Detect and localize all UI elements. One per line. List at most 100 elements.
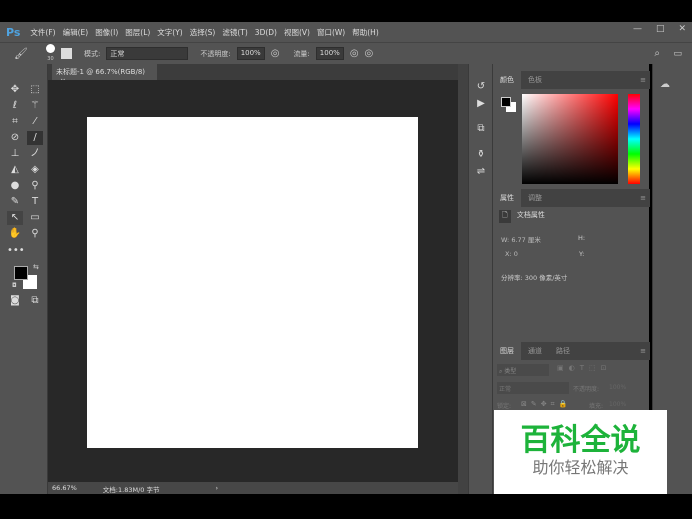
menu-3d[interactable]: 3D(D) (255, 28, 277, 37)
layer-opacity-input[interactable]: 100% (609, 384, 626, 391)
lock-label: 锁定: (497, 403, 512, 410)
document-canvas[interactable] (87, 117, 418, 448)
status-menu-arrow[interactable]: › (215, 484, 218, 492)
size-fields: W: 6.77 厘米 (501, 234, 541, 244)
color-field[interactable] (522, 94, 618, 184)
menu-select[interactable]: 选择(S) (190, 27, 216, 38)
x-value[interactable]: 0 (514, 250, 518, 258)
healing-brush-tool-icon[interactable]: ⊘ (7, 131, 23, 145)
zoom-tool-icon[interactable]: ⚲ (27, 227, 43, 241)
fill-label: 填充: (589, 403, 604, 410)
airbrush-icon[interactable]: ◎ (350, 48, 359, 59)
foreground-color-swatch[interactable] (14, 266, 28, 280)
tab-adjustments[interactable]: 调整 (521, 189, 549, 207)
clone-source-icon[interactable]: ⧉ (473, 122, 489, 136)
maximize-button[interactable]: □ (656, 24, 665, 34)
menu-view[interactable]: 视图(V) (284, 27, 310, 38)
document-tab-title: 未标题-1 @ 66.7%(RGB/8) (56, 68, 146, 76)
more-tools-icon[interactable]: ••• (7, 244, 25, 258)
options-bar: 🖌 30 模式: 正常 不透明度: 100% ◎ 流量: 100% ◎ ◎ ⌕ … (0, 42, 692, 64)
menu-type[interactable]: 文字(Y) (157, 27, 182, 38)
panel-menu-icon[interactable]: ≡ (640, 76, 646, 84)
eyedropper-tool-icon[interactable]: ⁄ (27, 115, 43, 129)
tab-paths[interactable]: 路径 (549, 342, 577, 360)
tab-channels[interactable]: 通道 (521, 342, 549, 360)
rectangle-tool-icon[interactable]: ▭ (27, 211, 43, 225)
brush-settings-icon[interactable]: ⇌ (473, 165, 489, 179)
brush-size: 30 (47, 56, 54, 62)
panel-menu-icon[interactable]: ≡ (640, 194, 646, 202)
layer-filter-icons[interactable]: ▣◐T⬚⊡ (557, 364, 611, 372)
menu-image[interactable]: 图像(I) (95, 27, 118, 38)
mode-select[interactable]: 正常 (106, 47, 189, 60)
brush-panel-icon[interactable] (60, 48, 72, 59)
default-colors-icon[interactable]: ◘ (12, 282, 17, 289)
resolution-text: 分辨率: 300 像素/英寸 (501, 274, 568, 282)
brush-presets-icon[interactable]: ⚱ (473, 148, 489, 162)
hand-tool-icon[interactable]: ✋ (7, 227, 23, 241)
search-icon[interactable]: ⌕ (654, 48, 660, 59)
magic-wand-tool-icon[interactable]: ⚚ (27, 99, 43, 113)
pressure-size-icon[interactable]: ◎ (365, 48, 374, 59)
move-tool-icon[interactable]: ✥ (7, 83, 23, 97)
menu-filter[interactable]: 滤镜(T) (222, 27, 247, 38)
history-icon[interactable]: ↺ (473, 80, 489, 94)
tools-panel: ✥ ⬚ ℓ ⚚ ⌗ ⁄ ⊘ / ⊥ ノ ◭ ◈ ● ⚲ ✎ T ↖ ▭ ✋ ⚲ … (0, 64, 48, 494)
w-value[interactable]: 6.77 厘米 (511, 236, 541, 244)
brush-preset-picker[interactable]: 30 (45, 44, 55, 63)
zoom-level[interactable]: 66.67% (52, 484, 77, 492)
panel-menu-icon[interactable]: ≡ (640, 347, 646, 355)
lasso-tool-icon[interactable]: ℓ (7, 99, 23, 113)
status-bar: 66.67% 文档:1.83M/0 字节 › (48, 482, 458, 494)
lock-icons[interactable]: ⊠✎✥⌗🔒 (521, 400, 571, 409)
menu-help[interactable]: 帮助(H) (352, 27, 379, 38)
foreground-swatch[interactable] (501, 97, 511, 107)
brush-tool-icon[interactable]: 🖌 (14, 47, 28, 60)
workspace-icon[interactable]: ▭ (673, 49, 682, 59)
watermark-title: 百科全说 (520, 423, 641, 458)
flow-input[interactable]: 100% (315, 47, 344, 60)
path-selection-tool-icon[interactable]: ↖ (7, 211, 23, 225)
screen-mode-icon[interactable]: ⧉ (27, 294, 43, 308)
pen-tool-icon[interactable]: ✎ (7, 195, 23, 209)
watermark-subtitle: 助你轻松解决 (532, 458, 629, 477)
flow-label: 流量: (293, 49, 310, 58)
clone-stamp-tool-icon[interactable]: ⊥ (7, 147, 23, 161)
dodge-tool-icon[interactable]: ⚲ (27, 179, 43, 193)
blend-mode-select[interactable]: 正常 (497, 382, 569, 394)
menu-bar: Ps 文件(F) 编辑(E) 图像(I) 图层(L) 文字(Y) 选择(S) 滤… (0, 22, 692, 42)
menu-layer[interactable]: 图层(L) (125, 27, 150, 38)
marquee-tool-icon[interactable]: ⬚ (27, 83, 43, 97)
type-tool-icon[interactable]: T (27, 195, 43, 209)
history-brush-tool-icon[interactable]: ノ (27, 147, 43, 161)
blur-tool-icon[interactable]: ● (7, 179, 23, 193)
document-icon: 🗋 (499, 210, 511, 223)
collapsed-panel-strip: ↺ ▶ ⧉ ⚱ ⇌ (468, 64, 492, 494)
menu-edit[interactable]: 编辑(E) (63, 27, 89, 38)
tab-properties[interactable]: 属性 (493, 189, 521, 207)
tab-color[interactable]: 颜色 (493, 71, 521, 89)
creative-cloud-libraries-icon[interactable]: ☁ (657, 78, 673, 92)
crop-tool-icon[interactable]: ⌗ (7, 115, 23, 129)
pressure-opacity-icon[interactable]: ◎ (271, 48, 280, 59)
photoshop-logo: Ps (6, 25, 21, 39)
mode-label: 模式: (83, 49, 101, 58)
fill-input[interactable]: 100% (609, 401, 626, 408)
opacity-input[interactable]: 100% (236, 47, 265, 60)
brush-tool-icon[interactable]: / (27, 131, 43, 145)
document-tab[interactable]: 未标题-1 @ 66.7%(RGB/8) × (52, 64, 157, 85)
tab-layers[interactable]: 图层 (493, 342, 521, 360)
quick-mask-icon[interactable]: ◙ (7, 294, 23, 308)
hue-slider[interactable] (628, 94, 640, 184)
close-button[interactable]: ✕ (678, 24, 686, 34)
layer-filter-select[interactable]: ⌕ 类型 (497, 364, 549, 376)
eraser-tool-icon[interactable]: ◭ (7, 163, 23, 177)
actions-play-icon[interactable]: ▶ (473, 97, 489, 111)
menu-file[interactable]: 文件(F) (30, 27, 55, 38)
minimize-button[interactable]: — (633, 24, 642, 34)
vertical-scrollbar[interactable] (458, 64, 468, 494)
paint-bucket-tool-icon[interactable]: ◈ (27, 163, 43, 177)
menu-window[interactable]: 窗口(W) (317, 27, 345, 38)
tab-swatches[interactable]: 色板 (521, 71, 549, 89)
swap-colors-icon[interactable]: ⇆ (33, 263, 39, 271)
